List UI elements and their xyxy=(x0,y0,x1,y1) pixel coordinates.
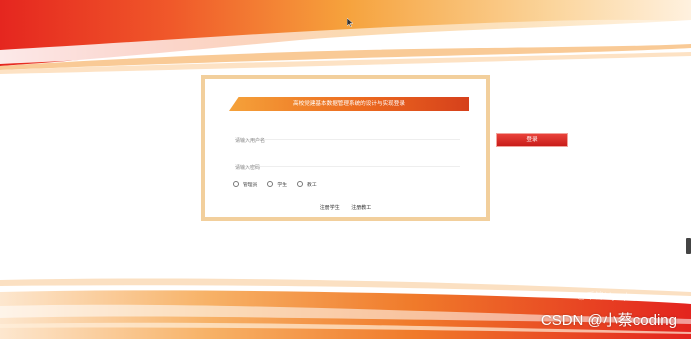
radio-button[interactable] xyxy=(297,181,304,187)
csdn-watermark: CSDN @小蔡coding xyxy=(540,312,677,329)
scrollbar-handle[interactable] xyxy=(686,238,691,254)
faint-watermark: @千锋Mysql xyxy=(577,291,628,301)
login-panel: 高校党建基本数据管理系统的设计与实现登录 管理员 学生 教工 注册学生 注册教工 xyxy=(201,75,490,221)
register-links: 注册学生 注册教工 xyxy=(205,204,486,211)
login-title: 高校党建基本数据管理系统的设计与实现登录 xyxy=(293,101,405,107)
role-selector: 管理员 学生 教工 xyxy=(233,179,327,189)
role-option-admin[interactable]: 管理员 xyxy=(233,181,257,188)
username-field[interactable] xyxy=(235,127,460,147)
mouse-cursor-icon xyxy=(346,12,354,28)
login-title-bar: 高校党建基本数据管理系统的设计与实现登录 xyxy=(229,97,469,111)
role-label: 学生 xyxy=(277,182,288,188)
radio-button[interactable] xyxy=(233,181,239,187)
role-option-staff[interactable]: 教工 xyxy=(297,181,317,188)
top-decorative-banner xyxy=(0,0,691,80)
role-option-student[interactable]: 学生 xyxy=(267,181,287,188)
password-field[interactable] xyxy=(235,154,460,174)
password-input[interactable] xyxy=(235,162,460,174)
role-label: 管理员 xyxy=(243,182,258,188)
register-staff-link[interactable]: 注册教工 xyxy=(351,205,371,211)
role-label: 教工 xyxy=(307,182,317,188)
username-input[interactable] xyxy=(235,135,460,147)
radio-button[interactable] xyxy=(267,181,274,187)
register-student-link[interactable]: 注册学生 xyxy=(320,205,340,211)
login-button[interactable]: 登录 xyxy=(496,133,568,147)
